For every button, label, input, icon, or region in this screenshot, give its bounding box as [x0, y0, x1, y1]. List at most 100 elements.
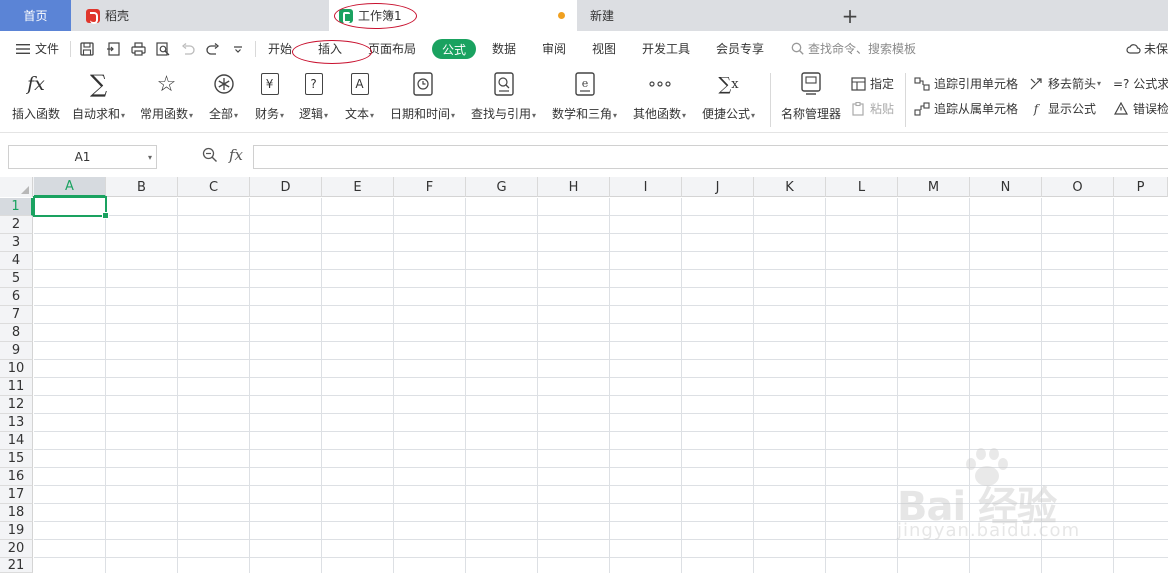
spreadsheet-file-icon [339, 8, 353, 23]
hamburger-menu-icon[interactable] [14, 40, 32, 58]
tab-home[interactable]: 首页 [0, 0, 71, 31]
search-icon [791, 42, 804, 55]
insert-function-fx-icon[interactable]: fx [229, 146, 243, 164]
menu-data[interactable]: 数据 [492, 40, 516, 57]
other-functions-button[interactable]: 其他函数▾ [633, 70, 686, 122]
row-header-10[interactable]: 10 [0, 360, 33, 378]
trace-precedents-button[interactable]: 追踪引用单元格 [914, 75, 1018, 92]
row-header-18[interactable]: 18 [0, 504, 33, 522]
trace-dependents-button[interactable]: 追踪从属单元格 [914, 100, 1018, 117]
column-header-h[interactable]: H [538, 177, 610, 197]
math-trig-button[interactable]: e 数学和三角▾ [552, 70, 617, 122]
quick-access-dropdown-icon[interactable] [229, 40, 247, 58]
menu-view[interactable]: 视图 [592, 40, 616, 57]
row-header-1[interactable]: 1 [0, 198, 33, 216]
row-header-5[interactable]: 5 [0, 270, 33, 288]
active-cell-a1[interactable] [33, 196, 109, 219]
row-header-8[interactable]: 8 [0, 324, 33, 342]
remove-arrows-icon [1028, 77, 1044, 91]
formula-input[interactable] [253, 145, 1168, 169]
zoom-formula-icon[interactable] [202, 147, 218, 163]
row-header-21[interactable]: 21 [0, 558, 33, 573]
menu-page-layout[interactable]: 页面布局 [368, 40, 416, 57]
text-button[interactable]: A 文本▾ [345, 70, 374, 122]
row-header-16[interactable]: 16 [0, 468, 33, 486]
tab-daoke[interactable]: 稻壳 [72, 0, 328, 31]
tab-workbook[interactable]: 工作簿1 [329, 0, 577, 31]
column-header-b[interactable]: B [106, 177, 178, 197]
row-header-7[interactable]: 7 [0, 306, 33, 324]
define-name-button[interactable]: 指定 [850, 75, 894, 92]
row-header-2[interactable]: 2 [0, 216, 33, 234]
trace-precedents-icon [914, 76, 930, 91]
all-functions-button[interactable]: 全部▾ [209, 70, 238, 122]
column-header-f[interactable]: F [394, 177, 466, 197]
remove-arrows-button[interactable]: 移去箭头 ▾ [1028, 75, 1101, 92]
name-manager-icon [798, 70, 824, 98]
all-functions-icon [211, 70, 237, 98]
evaluate-formula-button[interactable]: =? 公式求 [1113, 75, 1168, 92]
column-header-j[interactable]: J [682, 177, 754, 197]
row-header-13[interactable]: 13 [0, 414, 33, 432]
row-header-20[interactable]: 20 [0, 540, 33, 558]
column-header-m[interactable]: M [898, 177, 970, 197]
print-icon[interactable] [129, 40, 147, 58]
divider [70, 41, 71, 57]
add-tab-button[interactable]: + [838, 0, 862, 31]
lookup-reference-button[interactable]: 查找与引用▾ [471, 70, 536, 122]
row-header-4[interactable]: 4 [0, 252, 33, 270]
quick-formula-button[interactable]: ∑ x 便捷公式▾ [702, 70, 755, 122]
tab-workbook-label: 工作簿1 [358, 9, 402, 23]
menu-review[interactable]: 审阅 [542, 40, 566, 57]
row-header-19[interactable]: 19 [0, 522, 33, 540]
chevron-down-icon[interactable]: ▾ [148, 153, 152, 162]
logic-button[interactable]: ? 逻辑▾ [299, 70, 328, 122]
column-header-l[interactable]: L [826, 177, 898, 197]
error-check-button[interactable]: 错误检 [1113, 100, 1168, 117]
row-header-6[interactable]: 6 [0, 288, 33, 306]
export-pdf-icon[interactable] [104, 40, 122, 58]
show-formulas-button[interactable]: f 显示公式 [1028, 100, 1096, 117]
date-time-button[interactable]: 日期和时间▾ [390, 70, 455, 122]
column-header-e[interactable]: E [322, 177, 394, 197]
row-header-17[interactable]: 17 [0, 486, 33, 504]
menu-developer[interactable]: 开发工具 [642, 40, 690, 57]
datetime-icon [410, 70, 436, 98]
menu-member[interactable]: 会员专享 [716, 40, 764, 57]
redo-icon[interactable] [204, 40, 222, 58]
cloud-save-status[interactable]: 未保 [1126, 40, 1168, 57]
command-search[interactable]: 查找命令、搜索模板 [791, 40, 916, 57]
finance-button[interactable]: ¥ 财务▾ [255, 70, 284, 122]
row-header-3[interactable]: 3 [0, 234, 33, 252]
row-header-15[interactable]: 15 [0, 450, 33, 468]
row-header-12[interactable]: 12 [0, 396, 33, 414]
name-box[interactable]: A1 ▾ [8, 145, 157, 169]
column-header-g[interactable]: G [466, 177, 538, 197]
common-functions-button[interactable]: ☆ 常用函数▾ [140, 70, 193, 122]
tab-new[interactable]: 新建 [578, 0, 830, 31]
column-header-d[interactable]: D [250, 177, 322, 197]
column-header-i[interactable]: I [610, 177, 682, 197]
insert-function-button[interactable]: fx 插入函数 [12, 70, 60, 122]
name-manager-button[interactable]: 名称管理器 [781, 70, 841, 122]
file-menu[interactable]: 文件 [35, 40, 59, 57]
row-header-9[interactable]: 9 [0, 342, 33, 360]
autosum-button[interactable]: ∑ 自动求和▾ [72, 70, 125, 122]
undo-icon[interactable] [179, 40, 197, 58]
print-preview-icon[interactable] [154, 40, 172, 58]
column-header-p[interactable]: P [1114, 177, 1168, 197]
column-header-a[interactable]: A [34, 177, 106, 197]
row-header-11[interactable]: 11 [0, 378, 33, 396]
column-header-n[interactable]: N [970, 177, 1042, 197]
menu-formulas[interactable]: 公式 [432, 39, 476, 59]
menu-insert[interactable]: 插入 [318, 40, 342, 57]
column-header-k[interactable]: K [754, 177, 826, 197]
paste-name-button[interactable]: 粘贴 [850, 100, 894, 117]
row-header-14[interactable]: 14 [0, 432, 33, 450]
column-header-o[interactable]: O [1042, 177, 1114, 197]
column-header-c[interactable]: C [178, 177, 250, 197]
tab-daoke-label: 稻壳 [105, 9, 130, 23]
menu-start[interactable]: 开始 [268, 40, 292, 57]
select-all-corner[interactable] [0, 177, 33, 197]
save-icon[interactable] [78, 40, 96, 58]
